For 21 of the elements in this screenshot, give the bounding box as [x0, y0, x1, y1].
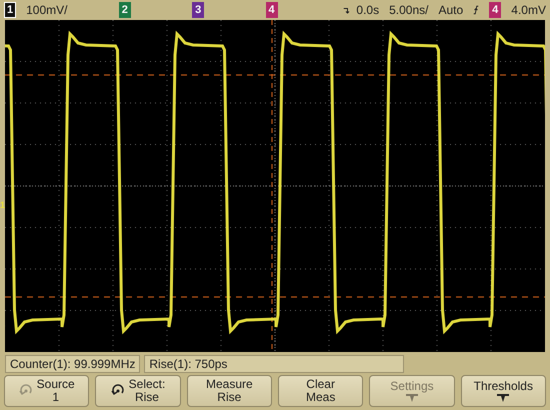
measurement-readout: Rise(1): 750ps: [144, 355, 404, 373]
vertical-scale: 100mV/: [26, 3, 68, 17]
channel-badge[interactable]: 1: [4, 2, 16, 18]
time-delay: 0.0s: [356, 3, 380, 17]
trigger-position-icon: [342, 5, 350, 15]
time-scale: 5.00ns/: [389, 3, 428, 17]
channel-badge[interactable]: 3: [192, 2, 204, 18]
trigger-level: 4.0mV: [511, 3, 546, 17]
channel-badge[interactable]: 2: [118, 2, 131, 18]
trigger-source-badge: 4: [489, 2, 502, 18]
measurement-readout: Counter(1): 99.999MHz: [5, 355, 140, 373]
channel-badge[interactable]: 4: [266, 2, 278, 18]
trigger-mode: Auto: [438, 3, 464, 17]
softkey-button[interactable]: Measure Rise: [186, 375, 272, 407]
softkey-button[interactable]: Select: Rise: [95, 375, 181, 407]
knob-icon: [18, 384, 33, 398]
knob-icon: [110, 384, 125, 398]
softkey-button[interactable]: Clear Meas: [278, 375, 364, 407]
softkey-button[interactable]: Source 1: [4, 375, 90, 407]
softkey-button[interactable]: Thresholds: [460, 375, 546, 407]
rising-edge-icon: [473, 4, 480, 16]
